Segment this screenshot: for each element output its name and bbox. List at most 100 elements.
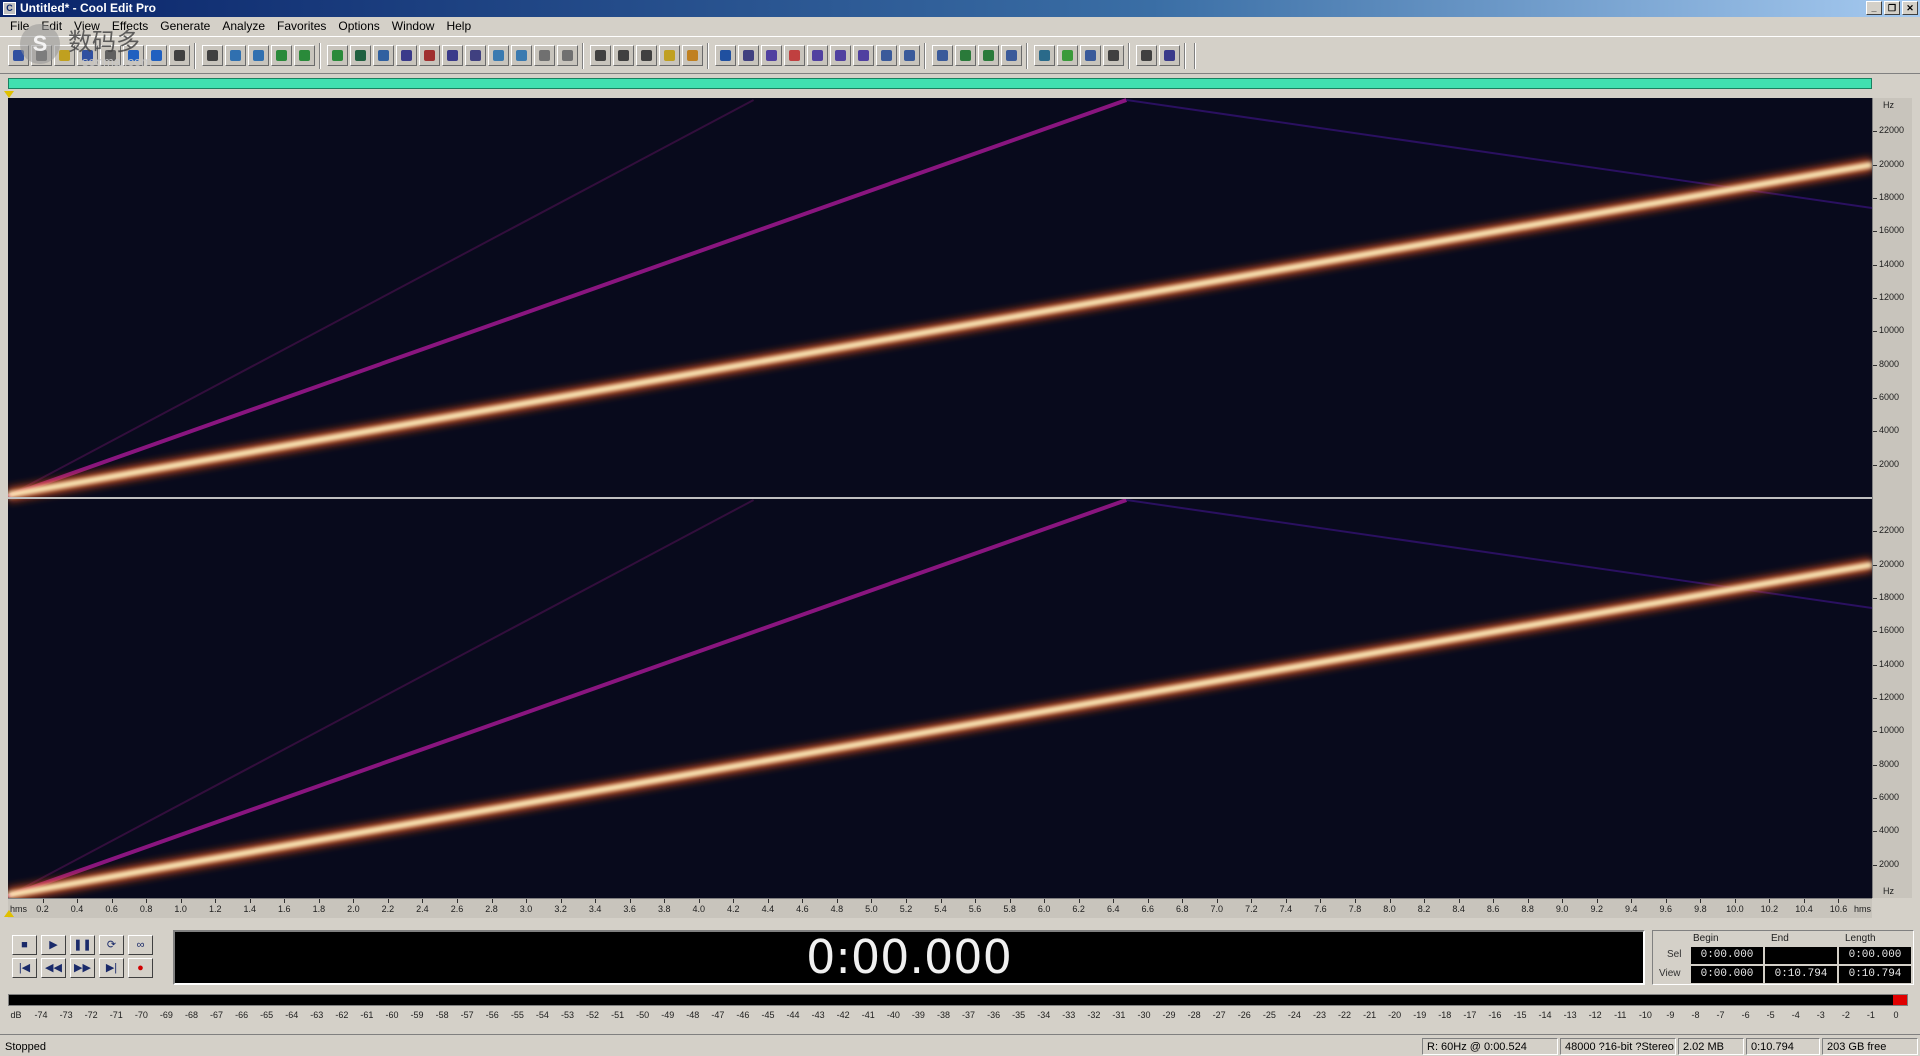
echo-icon[interactable]	[876, 45, 897, 66]
pause-button[interactable]: ❚❚	[70, 935, 95, 955]
record-setup-icon[interactable]	[100, 45, 121, 66]
save-file-icon[interactable]	[77, 45, 98, 66]
freq-tick-label: 8000	[1879, 358, 1900, 369]
fast-forward-button[interactable]: ▶▶	[70, 958, 95, 978]
playhead-top-marker-icon[interactable]	[4, 91, 14, 98]
stop-button[interactable]: ■	[12, 935, 37, 955]
filter-icon[interactable]	[899, 45, 920, 66]
sel-length-field[interactable]: 0:00.000	[1839, 947, 1911, 964]
spectral-view-icon[interactable]	[465, 45, 486, 66]
level-meter-label: -63	[310, 1010, 324, 1020]
menu-options[interactable]: Options	[332, 17, 385, 36]
gate-icon[interactable]	[1136, 45, 1157, 66]
settings-icon[interactable]	[659, 45, 680, 66]
level-meter-label: -37	[962, 1010, 976, 1020]
edit-view-icon[interactable]	[31, 45, 52, 66]
view-end-field[interactable]: 0:10.794	[1765, 966, 1837, 983]
spectral-view[interactable]	[8, 98, 1872, 898]
copy-icon[interactable]	[202, 45, 223, 66]
waveform-overview-bar[interactable]	[8, 78, 1872, 89]
open-file-icon[interactable]	[54, 45, 75, 66]
chorus-icon[interactable]	[1057, 45, 1078, 66]
zoom-vertical-icon[interactable]	[636, 45, 657, 66]
graphic-eq-icon[interactable]	[932, 45, 953, 66]
cut-icon[interactable]	[169, 45, 190, 66]
amplify-icon[interactable]	[373, 45, 394, 66]
marker-icon[interactable]	[1159, 45, 1180, 66]
help-icon[interactable]	[715, 45, 736, 66]
time-tick	[1562, 899, 1564, 903]
delay-icon[interactable]	[853, 45, 874, 66]
record-button[interactable]: ●	[128, 958, 153, 978]
compressor-icon[interactable]	[955, 45, 976, 66]
zoom-left-icon[interactable]	[590, 45, 611, 66]
fade-icon[interactable]	[396, 45, 417, 66]
time-ruler[interactable]: hms 0.2 0.4 0.6 0.8 1.0 1.2 1.4 1.6 1.8 2.0 2.2 2.4 2…	[8, 898, 1872, 918]
level-meter-label: -55	[510, 1010, 524, 1020]
noise-reduction-icon[interactable]	[807, 45, 828, 66]
flanger-icon[interactable]	[1034, 45, 1055, 66]
menu-edit[interactable]: Edit	[35, 17, 68, 36]
envelope-icon[interactable]	[419, 45, 440, 66]
paste-icon[interactable]	[225, 45, 246, 66]
zoom-vertical-icon-glyph	[641, 50, 652, 61]
limiter-icon[interactable]	[1103, 45, 1124, 66]
go-to-start-button[interactable]: |◀	[12, 958, 37, 978]
zoom-out-icon[interactable]	[511, 45, 532, 66]
minimize-button[interactable]: _	[1866, 1, 1882, 15]
menu-favorites[interactable]: Favorites	[271, 17, 332, 36]
level-meter-scale: dB -74 -73 -72 -71 -70 -69 -68 -67 -66 -65 -64 -63 -6…	[8, 1008, 1908, 1026]
selection-view-panel: Begin End Length Sel View 0:00.000 0:00.…	[1652, 930, 1914, 985]
menu-generate[interactable]: Generate	[154, 17, 216, 36]
redo-icon[interactable]	[146, 45, 167, 66]
freq-tick	[1873, 364, 1877, 366]
waveform-view-icon[interactable]	[442, 45, 463, 66]
zoom-right-icon[interactable]	[613, 45, 634, 66]
level-meter-label: -23	[1312, 1010, 1326, 1020]
multitrack-view-icon[interactable]	[8, 45, 29, 66]
playhead-bottom-marker-icon[interactable]	[4, 910, 14, 917]
menu-file[interactable]: File	[4, 17, 35, 36]
trim-icon[interactable]	[271, 45, 292, 66]
play-to-end-button[interactable]: ⟳	[99, 935, 124, 955]
rewind-button[interactable]: ◀◀	[41, 958, 66, 978]
frequency-icon[interactable]	[761, 45, 782, 66]
time-tick	[1665, 899, 1667, 903]
menu-view[interactable]: View	[68, 17, 106, 36]
play-button[interactable]: ▶	[41, 935, 66, 955]
menu-effects[interactable]: Effects	[106, 17, 154, 36]
mix-paste-icon[interactable]	[294, 45, 315, 66]
menu-analyze[interactable]: Analyze	[216, 17, 271, 36]
undo-icon[interactable]	[123, 45, 144, 66]
go-to-end-button[interactable]: ▶|	[99, 958, 124, 978]
analysis-icon[interactable]	[738, 45, 759, 66]
close-button[interactable]: ✕	[1902, 1, 1918, 15]
loop-button[interactable]: ∞	[128, 935, 153, 955]
zoom-in-icon[interactable]	[488, 45, 509, 66]
level-meter-label: -67	[210, 1010, 224, 1020]
phase-icon[interactable]	[784, 45, 805, 66]
restore-button[interactable]: ❐	[1884, 1, 1900, 15]
silence-icon[interactable]	[327, 45, 348, 66]
menu-help[interactable]: Help	[440, 17, 477, 36]
sel-begin-field[interactable]: 0:00.000	[1691, 947, 1763, 964]
menu-window[interactable]: Window	[386, 17, 441, 36]
normalize-icon[interactable]	[350, 45, 371, 66]
level-meter-label: -51	[611, 1010, 625, 1020]
zoom-selection-icon[interactable]	[557, 45, 578, 66]
time-tick	[215, 899, 217, 903]
clip-indicator[interactable]	[1893, 995, 1907, 1005]
freq-tick	[1873, 731, 1877, 733]
paste-new-icon[interactable]	[248, 45, 269, 66]
view-length-field[interactable]: 0:10.794	[1839, 966, 1911, 983]
cd-icon[interactable]	[682, 45, 703, 66]
echo-icon-glyph	[881, 50, 892, 61]
distortion-icon[interactable]	[1080, 45, 1101, 66]
sel-end-field[interactable]	[1765, 947, 1837, 964]
view-begin-field[interactable]: 0:00.000	[1691, 966, 1763, 983]
pitch-icon[interactable]	[978, 45, 999, 66]
time-tick	[353, 899, 355, 903]
zoom-full-icon[interactable]	[534, 45, 555, 66]
stretch-icon[interactable]	[1001, 45, 1022, 66]
reverb-icon[interactable]	[830, 45, 851, 66]
